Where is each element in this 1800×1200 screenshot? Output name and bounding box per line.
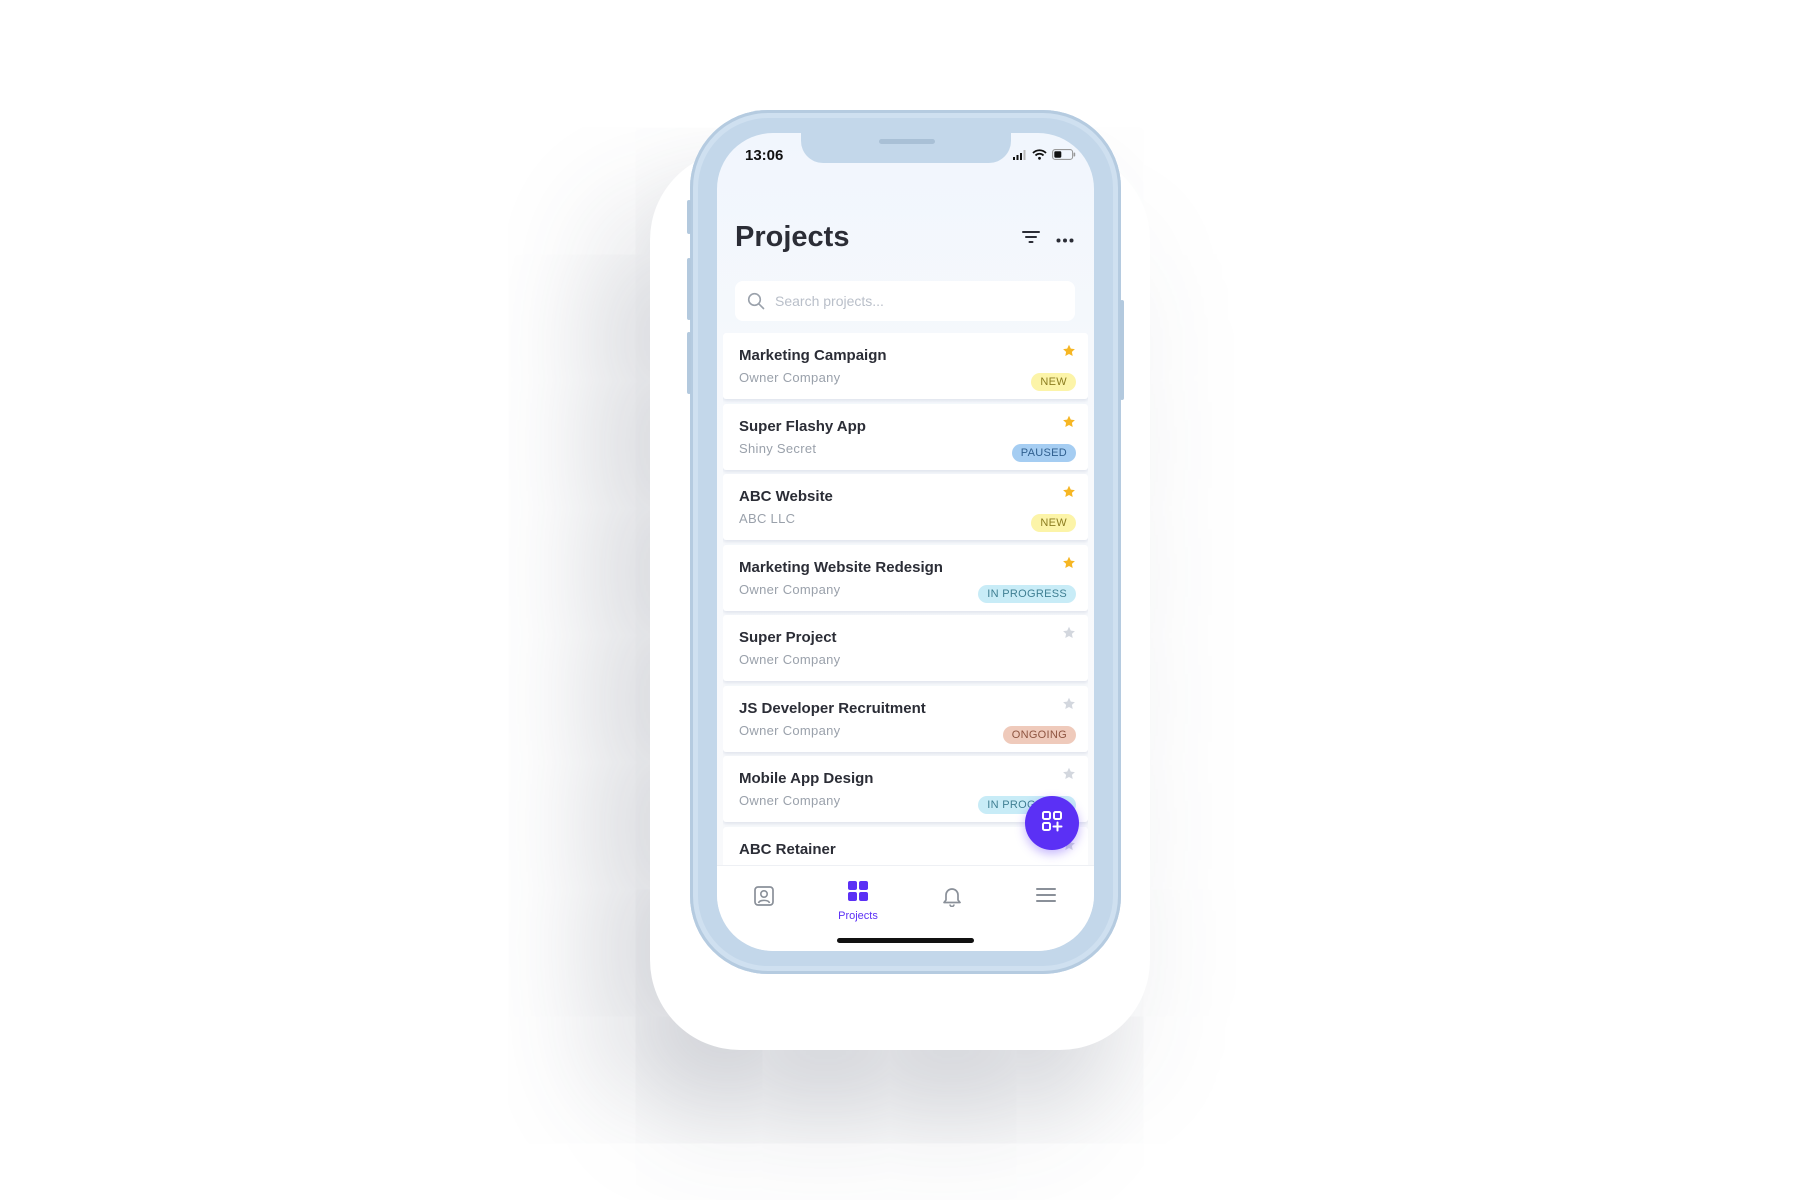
menu-icon xyxy=(1035,886,1057,909)
phone-volume-down xyxy=(687,332,691,394)
filter-icon xyxy=(1022,230,1040,249)
add-grid-icon xyxy=(1040,809,1064,838)
project-company: Owner Company xyxy=(739,581,841,597)
project-card[interactable]: ABC Website ABC LLC NEW xyxy=(723,474,1088,540)
app-screen: 13:06 Projects Marketing Campaign Owner C… xyxy=(717,133,1094,951)
project-card[interactable]: JS Developer Recruitment Owner Company ONG… xyxy=(723,685,1088,752)
project-company: Owner Company xyxy=(739,793,841,808)
project-name: JS Developer Recruitment xyxy=(739,699,926,717)
project-company: Shiny Secret xyxy=(739,440,817,456)
status-badge: ONGOING xyxy=(1002,725,1076,744)
project-name: ABC Retainer xyxy=(739,840,836,858)
tab-notifications[interactable] xyxy=(917,880,987,920)
project-card[interactable]: Marketing Website Redesign Owner Company I… xyxy=(723,544,1088,611)
project-company: ABC LLC xyxy=(739,511,796,526)
cellular-signal-icon xyxy=(1013,147,1027,165)
phone-notch xyxy=(801,133,1011,163)
tab-contacts[interactable] xyxy=(729,880,799,920)
project-list[interactable]: Marketing Campaign Owner Company NEW Super … xyxy=(723,333,1088,865)
project-company: Owner Company xyxy=(739,370,841,385)
star-filled-icon[interactable] xyxy=(1062,485,1076,499)
search-bar[interactable] xyxy=(735,281,1075,321)
tab-menu[interactable] xyxy=(1011,880,1081,920)
project-name: Mobile App Design xyxy=(739,770,874,787)
battery-icon xyxy=(1052,147,1076,165)
phone-mute-switch xyxy=(687,200,691,234)
status-badge: NEW xyxy=(1031,514,1076,532)
project-company: Owner Company xyxy=(739,652,841,667)
project-card[interactable]: Super Project Owner Company xyxy=(723,615,1088,681)
project-card[interactable]: Marketing Campaign Owner Company NEW xyxy=(723,333,1088,399)
project-name: Super Flashy App xyxy=(739,417,866,435)
status-badge: PAUSED xyxy=(1011,443,1076,462)
star-outline-icon[interactable] xyxy=(1062,767,1076,781)
star-filled-icon[interactable] xyxy=(1062,556,1076,570)
bell-icon xyxy=(941,885,963,912)
status-icons xyxy=(1013,147,1076,165)
bottom-tab-bar: Projects xyxy=(717,865,1094,951)
add-project-button[interactable] xyxy=(1025,796,1079,850)
more-dots-icon xyxy=(1056,230,1074,248)
star-filled-icon[interactable] xyxy=(1062,415,1076,429)
status-badge: IN PROGRESS xyxy=(978,584,1076,603)
project-name: Marketing Campaign xyxy=(739,347,887,364)
home-indicator xyxy=(837,938,974,943)
filter-button[interactable] xyxy=(1017,225,1045,253)
search-input[interactable] xyxy=(773,292,1047,310)
phone-power-button xyxy=(1120,300,1124,400)
contact-icon xyxy=(753,885,775,912)
star-filled-icon[interactable] xyxy=(1062,344,1076,358)
tab-projects-label: Projects xyxy=(838,910,878,922)
project-card[interactable]: Super Flashy App Shiny Secret PAUSED xyxy=(723,403,1088,470)
star-outline-icon[interactable] xyxy=(1062,626,1076,640)
star-outline-icon[interactable] xyxy=(1062,697,1076,711)
project-company: Owner Company xyxy=(739,722,841,738)
status-time: 13:06 xyxy=(745,147,784,164)
notch-speaker xyxy=(879,139,935,144)
project-name: Marketing Website Redesign xyxy=(739,558,943,576)
tab-projects[interactable]: Projects xyxy=(823,880,893,922)
page-title: Projects xyxy=(735,221,850,253)
wifi-icon xyxy=(1032,147,1047,165)
project-name: Super Project xyxy=(739,629,837,646)
status-badge: NEW xyxy=(1031,373,1076,391)
phone-volume-up xyxy=(687,258,691,320)
more-options-button[interactable] xyxy=(1051,225,1079,253)
project-name: ABC Website xyxy=(739,488,833,505)
search-icon xyxy=(747,292,765,310)
projects-grid-icon xyxy=(847,880,869,907)
